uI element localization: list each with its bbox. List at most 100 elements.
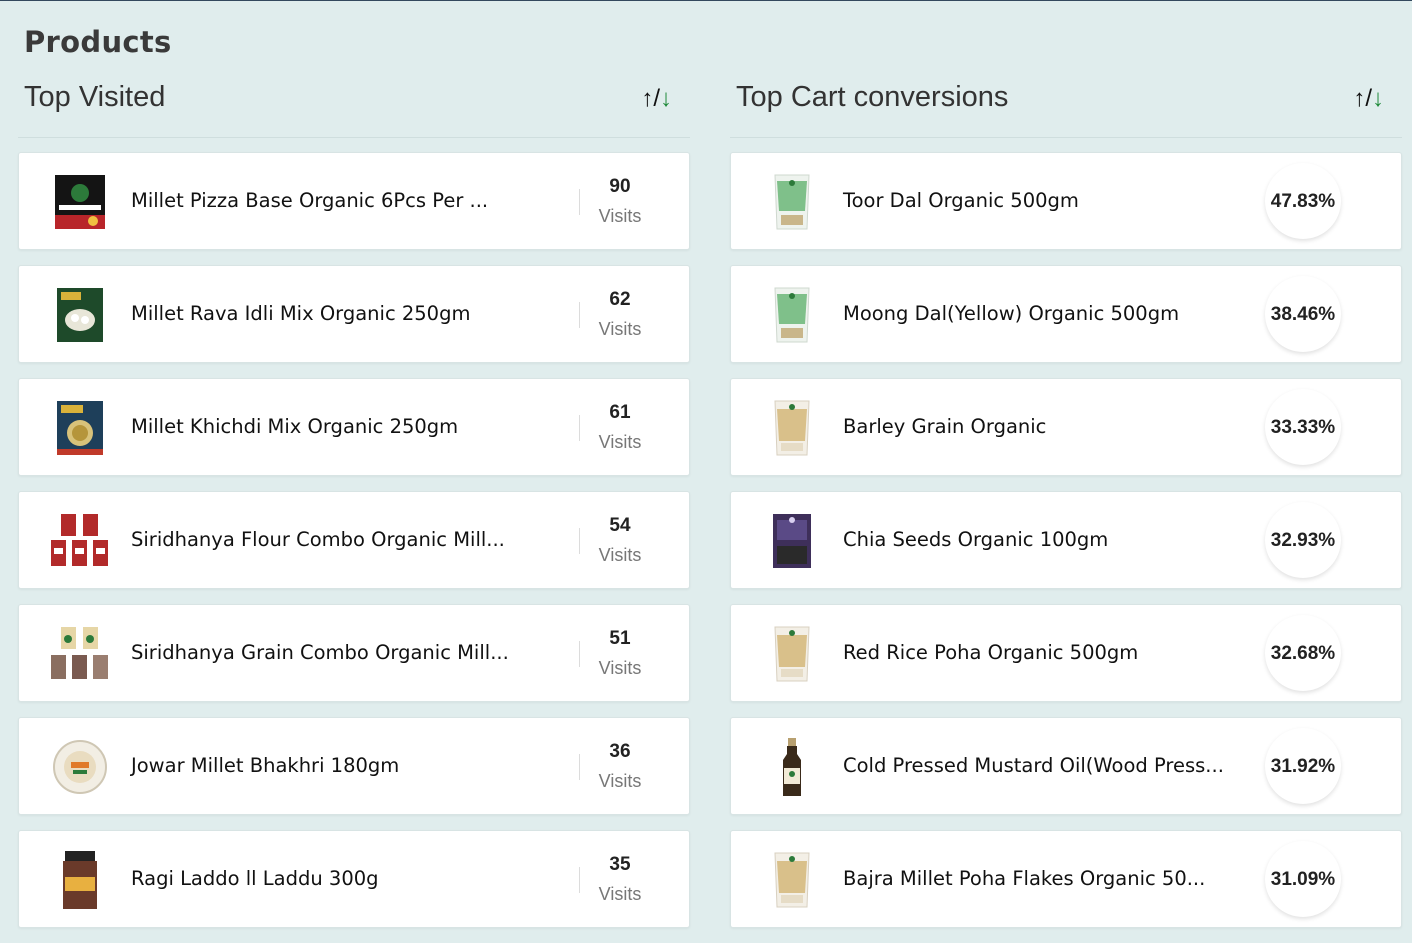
visit-unit-label: Visits — [598, 319, 642, 339]
visit-metric: 54 Visits — [581, 514, 659, 572]
top-cart-item[interactable]: Cold Pressed Mustard Oil(Wood Press... 31… — [730, 717, 1402, 815]
visit-metric: 90 Visits — [581, 175, 659, 233]
product-thumbnail — [761, 171, 823, 233]
sort-up-arrow-icon: ↑ — [1353, 85, 1366, 112]
conversion-rate-badge: 32.93% — [1265, 502, 1341, 578]
page-title: Products — [24, 25, 172, 59]
sort-separator: / — [653, 85, 660, 112]
top-visited-panel: Top Visited ↑/↓ Millet Pizza Base Organi… — [18, 79, 690, 943]
product-thumbnail — [761, 397, 823, 459]
product-thumbnail — [761, 849, 823, 911]
product-name: Chia Seeds Organic 100gm — [843, 528, 1109, 551]
top-cart-panel: Top Cart conversions ↑/↓ Toor Dal Organi… — [730, 79, 1402, 943]
product-name: Cold Pressed Mustard Oil(Wood Press... — [843, 754, 1224, 777]
top-visited-title: Top Visited — [24, 81, 166, 113]
product-name: Millet Khichdi Mix Organic 250gm — [131, 415, 459, 438]
top-visited-item[interactable]: Siridhanya Grain Combo Organic Mill... 51… — [18, 604, 690, 702]
visit-unit-label: Visits — [598, 432, 642, 452]
conversion-rate: 38.46% — [1270, 304, 1336, 325]
top-visited-item[interactable]: Millet Khichdi Mix Organic 250gm 61 Visits — [18, 378, 690, 476]
product-name: Moong Dal(Yellow) Organic 500gm — [843, 302, 1180, 325]
conversion-rate-badge: 47.83% — [1265, 163, 1341, 239]
top-visited-item[interactable]: Ragi Laddo ll Laddu 300g 35 Visits — [18, 830, 690, 928]
visit-metric: 35 Visits — [581, 853, 659, 911]
visit-count: 54 — [609, 515, 631, 536]
metric-divider — [579, 528, 580, 554]
top-visited-item[interactable]: Millet Pizza Base Organic 6Pcs Per ... 90… — [18, 152, 690, 250]
top-visited-sort-toggle[interactable]: ↑/↓ — [641, 85, 672, 113]
product-thumbnail — [49, 284, 111, 346]
metric-divider — [579, 302, 580, 328]
product-name: Toor Dal Organic 500gm — [843, 189, 1079, 212]
product-name: Barley Grain Organic — [843, 415, 1047, 438]
top-cart-list: Toor Dal Organic 500gm 47.83% Moong Dal(Ye… — [730, 152, 1402, 928]
conversion-rate-badge: 31.09% — [1265, 841, 1341, 917]
visit-unit-label: Visits — [598, 545, 642, 565]
top-cart-item[interactable]: Bajra Millet Poha Flakes Organic 50... 31… — [730, 830, 1402, 928]
product-thumbnail — [49, 510, 111, 572]
visit-metric: 61 Visits — [581, 401, 659, 459]
visit-count: 51 — [609, 628, 631, 649]
top-visited-item[interactable]: Millet Rava Idli Mix Organic 250gm 62 Visi… — [18, 265, 690, 363]
product-thumbnail — [49, 736, 111, 798]
sort-up-arrow-icon: ↑ — [641, 85, 654, 112]
top-cart-title: Top Cart conversions — [736, 81, 1009, 113]
metric-divider — [579, 189, 580, 215]
visit-count: 61 — [609, 402, 631, 423]
product-name: Bajra Millet Poha Flakes Organic 50... — [843, 867, 1206, 890]
visit-count: 62 — [609, 289, 631, 310]
top-cart-item[interactable]: Chia Seeds Organic 100gm 32.93% — [730, 491, 1402, 589]
metric-divider — [579, 754, 580, 780]
product-name: Siridhanya Grain Combo Organic Mill... — [131, 641, 509, 664]
conversion-rate: 32.93% — [1270, 530, 1336, 551]
visit-count: 90 — [609, 176, 631, 197]
product-name: Red Rice Poha Organic 500gm — [843, 641, 1139, 664]
conversion-rate-badge: 32.68% — [1265, 615, 1341, 691]
metric-divider — [579, 867, 580, 893]
product-thumbnail — [761, 623, 823, 685]
conversion-rate: 33.33% — [1270, 417, 1336, 438]
product-name: Jowar Millet Bhakhri 180gm — [131, 754, 400, 777]
sort-down-arrow-icon: ↓ — [1372, 85, 1384, 112]
product-thumbnail — [49, 397, 111, 459]
conversion-rate-badge: 31.92% — [1265, 728, 1341, 804]
visit-unit-label: Visits — [598, 658, 642, 678]
conversion-rate-badge: 38.46% — [1265, 276, 1341, 352]
top-cart-item[interactable]: Toor Dal Organic 500gm 47.83% — [730, 152, 1402, 250]
visit-metric: 36 Visits — [581, 740, 659, 798]
product-name: Millet Rava Idli Mix Organic 250gm — [131, 302, 471, 325]
top-visited-header: Top Visited ↑/↓ — [18, 79, 690, 138]
metric-divider — [579, 415, 580, 441]
visit-count: 36 — [609, 741, 631, 762]
product-name: Millet Pizza Base Organic 6Pcs Per ... — [131, 189, 489, 212]
visit-unit-label: Visits — [598, 884, 642, 904]
conversion-rate-badge: 33.33% — [1265, 389, 1341, 465]
conversion-rate: 31.92% — [1270, 756, 1336, 777]
product-name: Siridhanya Flour Combo Organic Mill... — [131, 528, 505, 551]
top-visited-list: Millet Pizza Base Organic 6Pcs Per ... 90… — [18, 152, 690, 928]
product-name: Ragi Laddo ll Laddu 300g — [131, 867, 379, 890]
sort-separator: / — [1365, 85, 1372, 112]
top-cart-item[interactable]: Moong Dal(Yellow) Organic 500gm 38.46% — [730, 265, 1402, 363]
product-thumbnail — [761, 736, 823, 798]
visit-count: 35 — [609, 854, 631, 875]
product-thumbnail — [49, 849, 111, 911]
top-cart-item[interactable]: Barley Grain Organic 33.33% — [730, 378, 1402, 476]
top-cart-header: Top Cart conversions ↑/↓ — [730, 79, 1402, 138]
sort-down-arrow-icon: ↓ — [660, 85, 672, 112]
product-thumbnail — [49, 171, 111, 233]
visit-metric: 51 Visits — [581, 627, 659, 685]
product-thumbnail — [49, 623, 111, 685]
top-visited-item[interactable]: Jowar Millet Bhakhri 180gm 36 Visits — [18, 717, 690, 815]
top-cart-sort-toggle[interactable]: ↑/↓ — [1353, 85, 1384, 113]
metric-divider — [579, 641, 580, 667]
conversion-rate: 32.68% — [1270, 643, 1336, 664]
visit-metric: 62 Visits — [581, 288, 659, 346]
conversion-rate: 47.83% — [1270, 191, 1336, 212]
top-visited-item[interactable]: Siridhanya Flour Combo Organic Mill... 54… — [18, 491, 690, 589]
product-thumbnail — [761, 284, 823, 346]
visit-unit-label: Visits — [598, 771, 642, 791]
product-thumbnail — [761, 510, 823, 572]
top-cart-item[interactable]: Red Rice Poha Organic 500gm 32.68% — [730, 604, 1402, 702]
visit-unit-label: Visits — [598, 206, 642, 226]
